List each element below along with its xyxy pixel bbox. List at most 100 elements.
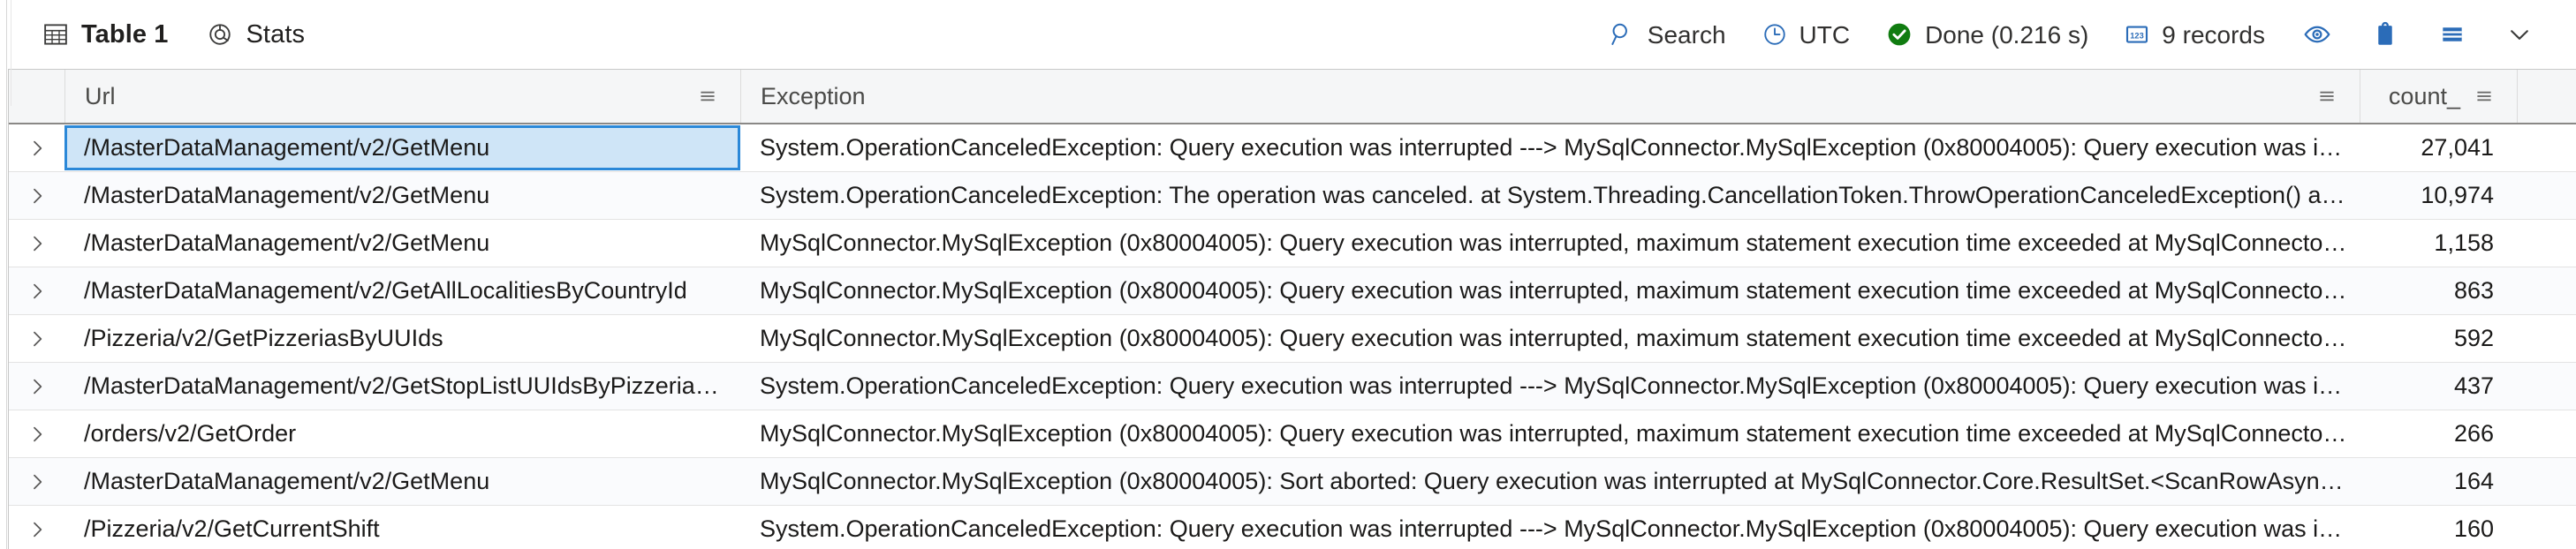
cell-url[interactable]: /MasterDataManagement/v2/GetMenu bbox=[64, 458, 740, 505]
table-row[interactable]: /MasterDataManagement/v2/GetAllLocalitie… bbox=[9, 267, 2576, 315]
table-row[interactable]: /Pizzeria/v2/GetCurrentShift System.Opera… bbox=[9, 506, 2576, 549]
cell-exception[interactable]: System.OperationCanceledException: Query… bbox=[740, 506, 2360, 549]
column-header-label: count_ bbox=[2388, 82, 2460, 109]
cell-count-text: 164 bbox=[2453, 468, 2494, 494]
cell-count-text: 27,041 bbox=[2421, 134, 2494, 161]
column-menu-icon[interactable] bbox=[2315, 85, 2352, 108]
cell-count[interactable]: 592 bbox=[2360, 315, 2517, 362]
cell-count-text: 863 bbox=[2453, 277, 2494, 304]
records-label: 9 records bbox=[2162, 21, 2265, 49]
cell-trailing-spacer bbox=[2517, 315, 2576, 362]
table-row[interactable]: /MasterDataManagement/v2/GetMenu System.O… bbox=[9, 124, 2576, 172]
cell-exception-text: MySqlConnector.MySqlException (0x8000400… bbox=[760, 325, 2349, 351]
cell-count[interactable]: 160 bbox=[2360, 506, 2517, 549]
cell-url[interactable]: /MasterDataManagement/v2/GetAllLocalitie… bbox=[64, 267, 740, 314]
cell-exception-text: MySqlConnector.MySqlException (0x8000400… bbox=[760, 277, 2349, 304]
tab-label: Table 1 bbox=[81, 19, 169, 49]
chevron-right-icon bbox=[26, 137, 49, 160]
clipboard-icon bbox=[2371, 20, 2399, 49]
results-grid: Url Exception count_ /MasterDataManageme… bbox=[8, 69, 2576, 549]
success-check-icon bbox=[1885, 20, 1913, 49]
timezone-button[interactable]: UTC bbox=[1744, 10, 1868, 59]
column-menu-icon[interactable] bbox=[2473, 85, 2510, 108]
row-expand-toggle[interactable] bbox=[9, 124, 64, 171]
column-header-exception[interactable]: Exception bbox=[740, 70, 2360, 123]
cell-count[interactable]: 437 bbox=[2360, 363, 2517, 410]
header-expand-spacer bbox=[9, 70, 64, 123]
row-expand-toggle[interactable] bbox=[9, 506, 64, 549]
toolbar-actions: Search UTC Done (0.216 s) 123 9 records bbox=[1590, 10, 2553, 59]
cell-exception-text: System.OperationCanceledException: Query… bbox=[760, 134, 2349, 161]
cell-count[interactable]: 863 bbox=[2360, 267, 2517, 314]
row-expand-toggle[interactable] bbox=[9, 267, 64, 314]
cell-exception[interactable]: MySqlConnector.MySqlException (0x8000400… bbox=[740, 315, 2360, 362]
table-row[interactable]: /MasterDataManagement/v2/GetStopListUUId… bbox=[9, 363, 2576, 410]
row-expand-toggle[interactable] bbox=[9, 458, 64, 505]
cell-url[interactable]: /orders/v2/GetOrder bbox=[64, 410, 740, 457]
cell-url-text: /Pizzeria/v2/GetPizzeriasByUUIds bbox=[84, 325, 443, 351]
row-expand-toggle[interactable] bbox=[9, 315, 64, 362]
cell-url[interactable]: /Pizzeria/v2/GetPizzeriasByUUIds bbox=[64, 315, 740, 362]
overflow-chevron-button[interactable] bbox=[2486, 10, 2553, 59]
chevron-right-icon bbox=[26, 423, 49, 446]
row-expand-toggle[interactable] bbox=[9, 172, 64, 219]
table-row[interactable]: /MasterDataManagement/v2/GetMenu MySqlCon… bbox=[9, 458, 2576, 506]
cell-exception-text: MySqlConnector.MySqlException (0x8000400… bbox=[760, 468, 2349, 494]
cell-count-text: 160 bbox=[2453, 515, 2494, 542]
table-row[interactable]: /MasterDataManagement/v2/GetMenu MySqlCon… bbox=[9, 220, 2576, 267]
cell-count-text: 10,974 bbox=[2421, 182, 2494, 208]
cell-exception[interactable]: System.OperationCanceledException: Query… bbox=[740, 124, 2360, 171]
cell-url[interactable]: /MasterDataManagement/v2/GetMenu bbox=[64, 220, 740, 267]
table-row[interactable]: /orders/v2/GetOrder MySqlConnector.MySqlE… bbox=[9, 410, 2576, 458]
preview-button[interactable] bbox=[2283, 10, 2352, 59]
cell-exception[interactable]: System.OperationCanceledException: Query… bbox=[740, 363, 2360, 410]
cell-url-text: /MasterDataManagement/v2/GetMenu bbox=[84, 134, 490, 161]
column-header-count[interactable]: count_ bbox=[2360, 70, 2517, 123]
cell-count[interactable]: 27,041 bbox=[2360, 124, 2517, 171]
cell-exception[interactable]: MySqlConnector.MySqlException (0x8000400… bbox=[740, 458, 2360, 505]
cell-count[interactable]: 10,974 bbox=[2360, 172, 2517, 219]
copy-to-clipboard-button[interactable] bbox=[2352, 10, 2419, 59]
cell-exception[interactable]: MySqlConnector.MySqlException (0x8000400… bbox=[740, 220, 2360, 267]
row-density-button[interactable] bbox=[2419, 10, 2486, 59]
cell-url-text: /MasterDataManagement/v2/GetMenu bbox=[84, 182, 490, 208]
tab-stats[interactable]: Stats bbox=[187, 8, 324, 61]
grid-body: /MasterDataManagement/v2/GetMenu System.O… bbox=[9, 124, 2576, 549]
record-count[interactable]: 123 9 records bbox=[2106, 10, 2283, 59]
chevron-down-icon bbox=[2505, 20, 2534, 49]
column-header-label: Url bbox=[85, 82, 116, 109]
row-density-icon bbox=[2438, 20, 2466, 49]
cell-url[interactable]: /MasterDataManagement/v2/GetMenu bbox=[64, 125, 740, 170]
cell-exception-text: MySqlConnector.MySqlException (0x8000400… bbox=[760, 229, 2349, 256]
cell-exception[interactable]: MySqlConnector.MySqlException (0x8000400… bbox=[740, 267, 2360, 314]
chevron-right-icon bbox=[26, 184, 49, 207]
cell-url-text: /orders/v2/GetOrder bbox=[84, 420, 297, 447]
cell-count-text: 1,158 bbox=[2434, 229, 2494, 256]
cell-url[interactable]: /MasterDataManagement/v2/GetMenu bbox=[64, 172, 740, 219]
cell-url-text: /MasterDataManagement/v2/GetStopListUUId… bbox=[84, 372, 730, 399]
cell-url[interactable]: /Pizzeria/v2/GetCurrentShift bbox=[64, 506, 740, 549]
cell-exception[interactable]: System.OperationCanceledException: The o… bbox=[740, 172, 2360, 219]
query-status[interactable]: Done (0.216 s) bbox=[1868, 10, 2106, 59]
results-tabs: Table 1 Stats bbox=[23, 8, 324, 77]
row-expand-toggle[interactable] bbox=[9, 363, 64, 410]
cell-exception[interactable]: MySqlConnector.MySqlException (0x8000400… bbox=[740, 410, 2360, 457]
results-panel: Table 1 Stats Search UTC Done (0.216 s) … bbox=[0, 0, 2576, 549]
tab-table-1[interactable]: Table 1 bbox=[23, 8, 187, 77]
cell-count[interactable]: 164 bbox=[2360, 458, 2517, 505]
row-expand-toggle[interactable] bbox=[9, 410, 64, 457]
cell-trailing-spacer bbox=[2517, 410, 2576, 457]
cell-url[interactable]: /MasterDataManagement/v2/GetStopListUUId… bbox=[64, 363, 740, 410]
cell-exception-text: System.OperationCanceledException: The o… bbox=[760, 182, 2349, 208]
search-button[interactable]: Search bbox=[1590, 10, 1744, 59]
cell-count[interactable]: 1,158 bbox=[2360, 220, 2517, 267]
column-header-url[interactable]: Url bbox=[64, 70, 740, 123]
cell-count[interactable]: 266 bbox=[2360, 410, 2517, 457]
row-expand-toggle[interactable] bbox=[9, 220, 64, 267]
cell-trailing-spacer bbox=[2517, 363, 2576, 410]
table-row[interactable]: /Pizzeria/v2/GetPizzeriasByUUIds MySqlCon… bbox=[9, 315, 2576, 363]
table-row[interactable]: /MasterDataManagement/v2/GetMenu System.O… bbox=[9, 172, 2576, 220]
column-menu-icon[interactable] bbox=[696, 85, 733, 108]
status-label: Done (0.216 s) bbox=[1925, 21, 2089, 49]
cell-trailing-spacer bbox=[2517, 172, 2576, 219]
